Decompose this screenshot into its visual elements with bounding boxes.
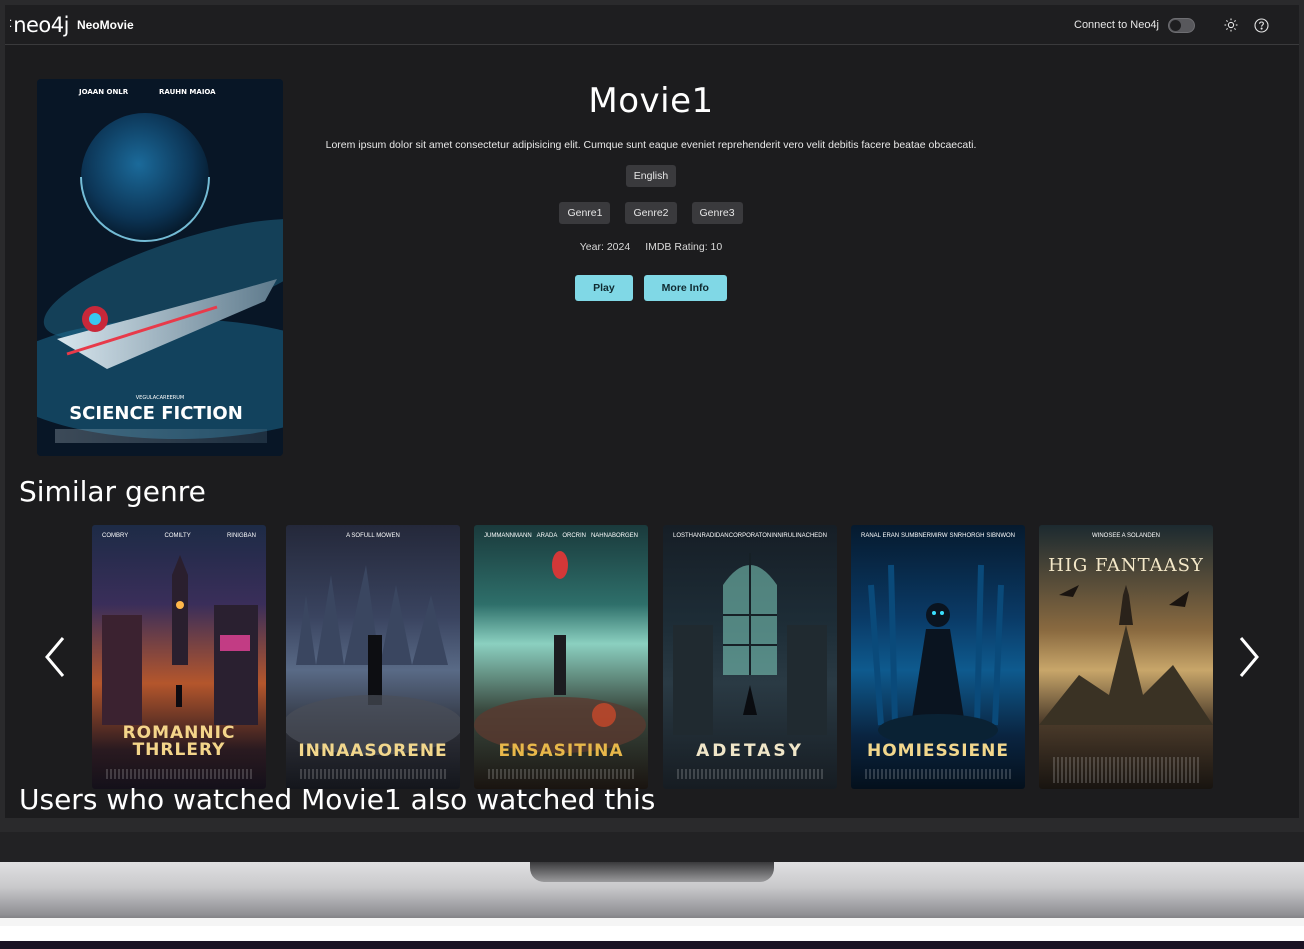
laptop-hinge <box>0 832 1304 864</box>
movie-details: Movie1 Lorem ipsum dolor sit amet consec… <box>283 79 1019 301</box>
hero-poster-credit: JOAAN ONLR <box>78 88 129 96</box>
movie-poster-card[interactable]: JUMMANNMANN ARADA ORCRIN NAHNABORGEN ENS… <box>474 525 648 789</box>
poster-credit-block <box>488 769 634 779</box>
poster-credit-block <box>677 769 823 779</box>
movie-poster-card[interactable]: RANAL ERAN SUMBNERMIRW SNRHORGH SIBNWON … <box>851 525 1025 789</box>
toggle-knob <box>1170 19 1181 31</box>
logo-dots-icon: ⁚ <box>9 19 13 30</box>
hero-poster[interactable]: JOAAN ONLR RAUHN MAIOA VEGULACAREERUM SC… <box>37 79 283 456</box>
movie-title: Movie1 <box>588 81 714 121</box>
carousel-prev-icon[interactable] <box>41 635 71 679</box>
laptop-foot <box>0 918 1304 926</box>
genre-row: Genre1 Genre2 Genre3 <box>283 202 1019 224</box>
hero-poster-credit: RAUHN MAIOA <box>159 88 216 96</box>
also-watched-title: Users who watched Movie1 also watched th… <box>19 783 656 816</box>
top-navbar: ⁚ neo4j NeoMovie Connect to Neo4j <box>5 5 1299 45</box>
poster-title: ROMANNIC THRLERY <box>122 723 236 760</box>
language-row: English <box>283 165 1019 187</box>
rating-text: IMDB Rating: 10 <box>645 241 723 253</box>
movie-description: Lorem ipsum dolor sit amet consectetur a… <box>325 139 977 151</box>
poster-credit-block <box>1053 757 1199 783</box>
poster-credit-block <box>300 769 446 779</box>
poster-title: HOMIESSIENE <box>866 741 1010 761</box>
more-info-button[interactable]: More Info <box>643 275 727 301</box>
genre-chip[interactable]: Genre2 <box>625 202 677 224</box>
movie-poster-card[interactable]: LOSTHAN RADIDAN CORPORATON INNIRUL INACH… <box>663 525 837 789</box>
movie-poster-card[interactable]: COMBRY COMILTY RINIGBAN ROMANNIC THRLERY <box>92 525 266 789</box>
genre-chip[interactable]: Genre1 <box>559 202 611 224</box>
movie-poster-card[interactable]: A SOFULL MOWEN INNAASORENE <box>286 525 460 789</box>
topbar-actions: Connect to Neo4j <box>1074 5 1269 45</box>
poster-title: HIG FANTAASY <box>1048 555 1204 576</box>
laptop-frame: ⁚ neo4j NeoMovie Connect to Neo4j JOAAN … <box>0 0 1304 949</box>
action-buttons: Play More Info <box>283 275 1019 301</box>
neo4j-logo[interactable]: ⁚ neo4j NeoMovie <box>9 13 134 37</box>
play-button[interactable]: Play <box>575 275 633 301</box>
movie-poster-card[interactable]: WINOSEE A SOLANDEN HIG FANTAASY <box>1039 525 1213 789</box>
help-icon[interactable] <box>1253 17 1269 33</box>
hero-poster-title: SCIENCE FICTION <box>69 403 243 424</box>
poster-credit-block <box>865 769 1011 779</box>
poster-title: INNAASORENE <box>298 741 448 761</box>
floor-shadow <box>0 941 1304 949</box>
app-screen: ⁚ neo4j NeoMovie Connect to Neo4j JOAAN … <box>5 5 1299 818</box>
carousel-next-icon[interactable] <box>1233 635 1263 679</box>
year-text: Year: 2024 <box>579 241 631 253</box>
logo-wordmark: neo4j <box>13 12 69 37</box>
theme-sun-icon[interactable] <box>1223 17 1239 33</box>
poster-credit-block <box>106 769 252 779</box>
connect-label: Connect to Neo4j <box>1074 19 1159 31</box>
connect-toggle[interactable] <box>1168 17 1195 33</box>
similar-genre-title: Similar genre <box>19 475 206 508</box>
movie-meta: Year: 2024 IMDB Rating: 10 <box>283 241 1019 253</box>
similar-genre-carousel: COMBRY COMILTY RINIGBAN ROMANNIC THRLERY <box>5 525 1299 790</box>
app-name: NeoMovie <box>76 17 134 32</box>
language-chip: English <box>625 165 677 187</box>
laptop-notch <box>530 862 774 882</box>
hero-poster-tagline: VEGULACAREERUM <box>136 395 185 401</box>
poster-title: ADETASY <box>696 741 804 761</box>
poster-title: ENSASITINA <box>498 741 624 761</box>
genre-chip[interactable]: Genre3 <box>691 202 743 224</box>
